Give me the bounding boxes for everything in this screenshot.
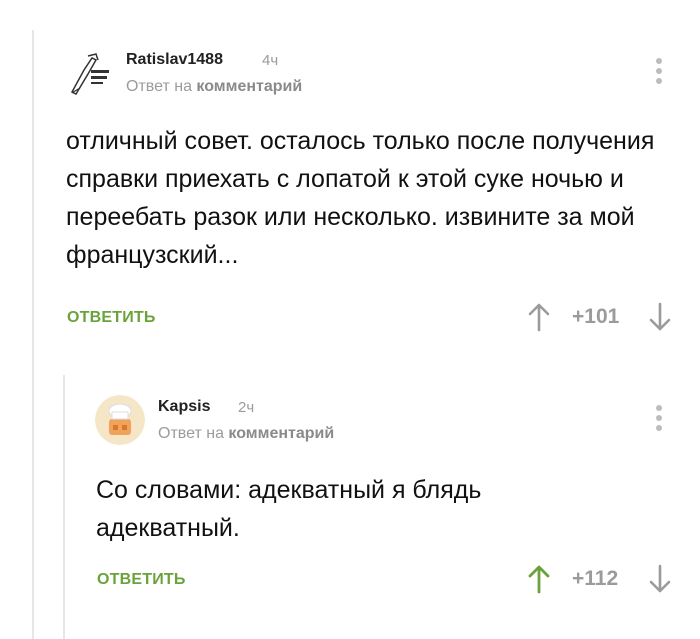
comment-time: 2ч [238, 399, 255, 416]
chef-avatar-icon[interactable] [95, 395, 145, 445]
downvote-arrow-icon[interactable] [648, 564, 672, 599]
comment-text: Со словами: адекватный я блядь адекватны… [96, 476, 482, 542]
reply-target-link[interactable]: комментарий [228, 425, 334, 442]
reply-prefix: Ответ на [158, 425, 224, 442]
reply-button[interactable]: ОТВЕТИТЬ [97, 571, 186, 589]
reply-to-line: Ответ на комментарий [158, 425, 334, 443]
rating-value: +112 [572, 567, 619, 590]
comment: Kapsis 2ч Ответ на комментарий Со словам… [0, 0, 700, 639]
author-name[interactable]: Kapsis [158, 398, 210, 416]
comment-thread: Ratislav1488 4ч Ответ на комментарий отл… [0, 0, 700, 639]
upvote-arrow-icon[interactable] [527, 564, 551, 599]
more-options-icon[interactable] [654, 405, 664, 439]
